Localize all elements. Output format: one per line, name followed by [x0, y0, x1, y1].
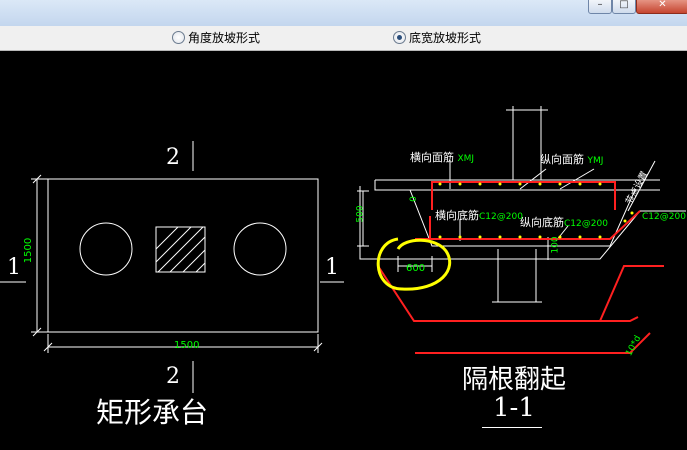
longitudinal-bottom-bar-label: 纵向底筋C12@200 [520, 216, 608, 229]
dim-height-text: 1500 [23, 237, 35, 264]
radio-width-slope-circle-icon[interactable] [393, 31, 406, 44]
radio-width-slope[interactable]: 底宽放坡形式 [393, 30, 481, 46]
section-caption-text: 隔根翻起 [462, 365, 567, 395]
radio-angle-slope[interactable]: 角度放坡形式 [172, 30, 260, 46]
column-hatch [155, 226, 206, 273]
section-mark-right: 1 [325, 255, 339, 280]
bent-bar-upper [377, 265, 639, 322]
drawing-canvas: 2 2 1 1 1500 1500 矩形承台 横向面筋 XMJ 纵向面筋 YMJ… [0, 51, 687, 450]
plan-caption: 矩形承台 [96, 396, 209, 429]
slope-option-bar: 角度放坡形式 底宽放坡形式 [0, 26, 687, 51]
hook-bar [415, 332, 651, 354]
horizontal-top-bar-code: XMJ [457, 154, 475, 164]
section-mark-left: 1 [7, 255, 21, 280]
section-number-underline [482, 427, 542, 428]
dim-width-text: 1500 [174, 340, 200, 351]
section-mark-bottom: 2 [166, 364, 180, 389]
right-pile-circle [233, 222, 287, 276]
side-bar-spec: C12@200 [642, 212, 686, 222]
dim-cover-text: 0 [408, 196, 419, 202]
horizontal-bottom-bar-spec: C12@200 [479, 212, 523, 222]
radio-angle-slope-circle-icon[interactable] [172, 31, 185, 44]
radio-angle-slope-label: 角度放坡形式 [188, 31, 261, 45]
pile-cap-outline [47, 178, 319, 333]
close-button[interactable]: ✕ [636, 0, 687, 14]
minimize-button[interactable]: – [588, 0, 612, 14]
dim-depth-text: 500 [355, 205, 366, 223]
horizontal-bottom-bar-label: 横向底筋C12@200 [435, 209, 523, 222]
window-titlebar: – □ ✕ [0, 0, 687, 27]
longitudinal-top-bar-label: 纵向面筋 YMJ [540, 153, 604, 166]
left-pile-circle [79, 222, 133, 276]
dim-600-text: 600 [406, 263, 426, 274]
maximize-button[interactable]: □ [612, 0, 636, 14]
dim-100-text: 100 [550, 236, 561, 254]
radio-width-slope-label: 底宽放坡形式 [409, 31, 482, 45]
plan-view [0, 141, 344, 393]
bent-bar-lower [599, 265, 664, 322]
horizontal-top-bar-label: 横向面筋 XMJ [410, 151, 475, 164]
longitudinal-top-bar-code: YMJ [587, 156, 604, 166]
section-mark-top: 2 [166, 145, 180, 170]
section-number: 1-1 [493, 393, 535, 423]
longitudinal-bottom-bar-spec: C12@200 [564, 219, 608, 229]
